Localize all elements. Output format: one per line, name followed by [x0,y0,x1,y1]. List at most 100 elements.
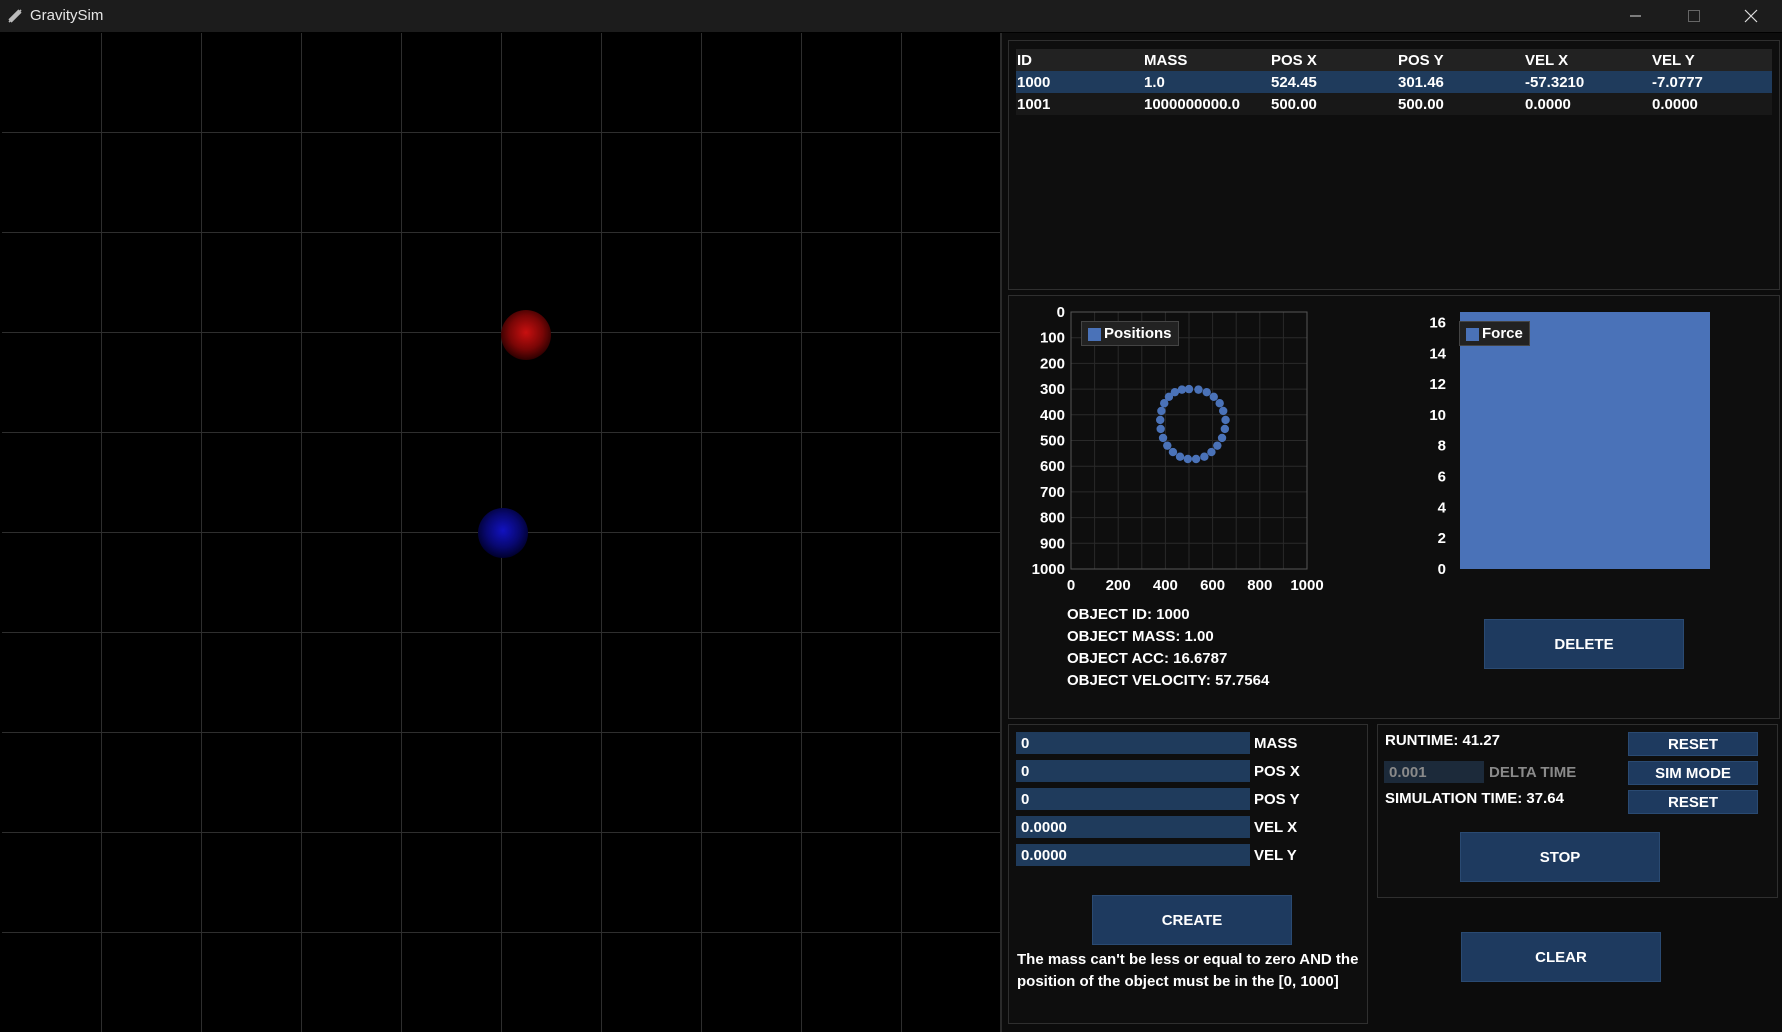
y-tick-label: 14 [1429,345,1446,362]
position-point [1215,399,1224,408]
force-bar [1460,312,1710,569]
reset-sim-button[interactable]: RESET [1628,790,1758,814]
positions-legend: Positions [1081,321,1179,346]
positions-points [1156,384,1230,464]
position-point [1200,452,1209,461]
position-point [1194,385,1203,394]
delta-time-label: DELTA TIME [1489,764,1577,781]
force-legend: Force [1459,321,1530,346]
y-tick-label: 16 [1429,314,1446,331]
pos-y-label: POS Y [1254,791,1300,808]
x-tick-label: 800 [1247,577,1272,594]
position-point [1156,415,1165,425]
x-tick-label: 0 [1067,577,1075,594]
position-point [1175,452,1185,461]
table-row[interactable]: 1000 1.0 524.45 301.46 -57.3210 -7.0777 [1016,71,1772,93]
position-point [1158,433,1168,443]
delete-button[interactable]: DELETE [1484,619,1684,669]
cell-vel-x: -57.3210 [1525,74,1585,91]
cell-mass: 1000000000.0 [1144,96,1240,113]
pos-y-input[interactable] [1016,788,1250,810]
object-sphere-red[interactable] [501,310,551,360]
close-icon [1744,9,1758,23]
clear-button[interactable]: CLEAR [1461,932,1661,982]
cell-vel-y: 0.0000 [1652,96,1698,113]
position-point [1163,441,1172,450]
pos-x-label: POS X [1254,763,1300,780]
objects-table-panel: ID MASS POS X POS Y VEL X VEL Y 1000 1.0… [1008,40,1780,290]
x-tick-label: 200 [1106,577,1131,594]
positions-y-ticks: 0 100 200 300 400 500 600 700 800 900 1000 [1032,304,1065,578]
y-tick-label: 10 [1429,407,1446,424]
vel-x-input[interactable] [1016,816,1250,838]
y-tick-label: 500 [1040,433,1065,450]
cell-pos-x: 500.00 [1271,96,1317,113]
cell-vel-y: -7.0777 [1652,74,1703,91]
maximize-button[interactable] [1664,0,1722,32]
y-tick-label: 300 [1040,381,1065,398]
y-tick-label: 8 [1438,438,1446,455]
simulation-time-text: SIMULATION TIME: 37.64 [1385,790,1564,807]
create-button[interactable]: CREATE [1092,895,1292,945]
minimize-icon [1630,15,1641,17]
positions-legend-label: Positions [1104,325,1172,342]
vel-x-label: VEL X [1254,819,1298,836]
y-tick-label: 0 [1438,561,1446,578]
cell-pos-y: 500.00 [1398,96,1444,113]
positions-x-ticks: 0 200 400 600 800 1000 [1067,577,1324,594]
y-tick-label: 400 [1040,407,1065,424]
y-tick-label: 6 [1438,469,1446,486]
position-point [1220,424,1230,434]
x-tick-label: 400 [1153,577,1178,594]
cell-pos-y: 301.46 [1398,74,1444,91]
positions-grid [1070,311,1308,570]
header-vel-y[interactable]: VEL Y [1652,52,1695,69]
header-pos-y[interactable]: POS Y [1398,52,1444,69]
mass-input[interactable] [1016,732,1250,754]
force-legend-label: Force [1482,325,1523,342]
sim-mode-button[interactable]: SIM MODE [1628,761,1758,785]
header-mass[interactable]: MASS [1144,52,1187,69]
force-chart: 0 2 4 6 8 10 12 14 16 [1429,312,1710,578]
y-tick-label: 800 [1040,510,1065,527]
object-mass-text: OBJECT MASS: 1.00 [1067,628,1214,645]
force-y-ticks: 0 2 4 6 8 10 12 14 16 [1429,314,1446,578]
y-tick-label: 12 [1429,376,1446,393]
position-point [1219,406,1228,416]
object-id-text: OBJECT ID: 1000 [1067,606,1190,623]
table-row[interactable]: 1001 1000000000.0 500.00 500.00 0.0000 0… [1016,93,1772,115]
runtime-text: RUNTIME: 41.27 [1385,732,1501,749]
table-header: ID MASS POS X POS Y VEL X VEL Y [1016,49,1772,71]
mass-label: MASS [1254,735,1298,752]
minimize-button[interactable] [1606,0,1664,32]
cell-id: 1001 [1017,96,1051,113]
y-tick-label: 100 [1040,330,1065,347]
y-tick-label: 600 [1040,458,1065,475]
header-pos-x[interactable]: POS X [1271,52,1317,69]
delta-time-input[interactable] [1384,761,1484,783]
reset-runtime-button[interactable]: RESET [1628,732,1758,756]
legend-swatch [1088,328,1101,341]
position-point [1168,447,1178,457]
y-tick-label: 700 [1040,484,1065,501]
pos-x-input[interactable] [1016,760,1250,782]
y-tick-label: 900 [1040,535,1065,552]
y-tick-label: 4 [1438,499,1447,516]
object-sphere-blue[interactable] [478,508,528,558]
object-acc-text: OBJECT ACC: 16.6787 [1067,650,1228,667]
simulation-canvas[interactable] [2,33,1000,1032]
objects-table: ID MASS POS X POS Y VEL X VEL Y 1000 1.0… [1016,49,1772,115]
x-tick-label: 600 [1200,577,1225,594]
stop-button[interactable]: STOP [1460,832,1660,882]
header-id[interactable]: ID [1017,52,1032,69]
y-tick-label: 2 [1438,530,1446,547]
position-point [1221,415,1230,425]
position-point [1207,447,1216,457]
position-point [1157,406,1166,416]
vel-y-input[interactable] [1016,844,1250,866]
cell-id: 1000 [1017,74,1051,91]
close-button[interactable] [1722,0,1780,32]
vel-y-label: VEL Y [1254,847,1297,864]
object-velocity-text: OBJECT VELOCITY: 57.7564 [1067,672,1270,689]
header-vel-x[interactable]: VEL X [1525,52,1568,69]
